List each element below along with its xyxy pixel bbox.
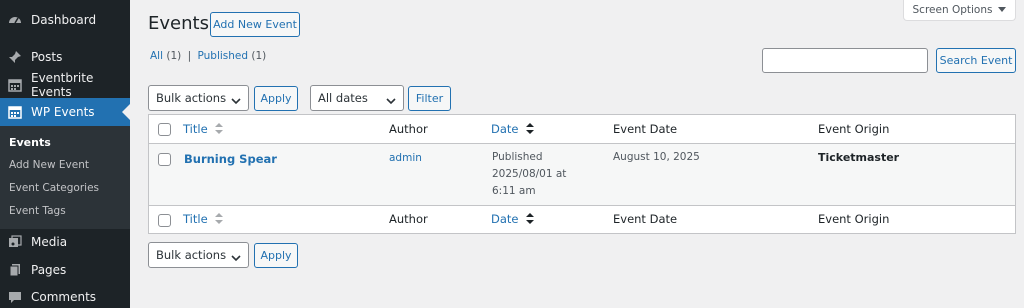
table-header-row: Title Author Date Event Date Event Origi… xyxy=(149,115,1015,144)
sort-icon xyxy=(215,212,224,227)
sidebar-item-pages[interactable]: Pages xyxy=(0,256,130,284)
apply-button-bottom[interactable]: Apply xyxy=(254,243,298,268)
sidebar-item-label: Comments xyxy=(31,290,97,304)
chevron-down-icon xyxy=(386,94,396,108)
filter-button[interactable]: Filter xyxy=(408,86,451,111)
column-event-origin-footer: Event Origin xyxy=(818,212,890,226)
add-new-event-button[interactable]: Add New Event xyxy=(210,12,300,37)
table-footer-row: Title Author Date Event Date Event Origi… xyxy=(149,205,1015,234)
column-title-footer[interactable]: Title xyxy=(183,212,224,227)
bulk-actions-select[interactable]: Bulk actions xyxy=(148,85,249,111)
page-title: Events xyxy=(148,13,209,34)
table-row: Burning Spear admin Published 2025/08/01… xyxy=(149,144,1015,205)
submenu-item-events[interactable]: Events xyxy=(9,136,51,149)
column-event-origin-header: Event Origin xyxy=(818,122,890,136)
filter-separator: | xyxy=(187,50,192,62)
screen-options-label: Screen Options xyxy=(912,4,993,16)
bulk-actions-value: Bulk actions xyxy=(156,248,227,262)
calendar-icon xyxy=(8,78,22,92)
column-date-label: Date xyxy=(491,122,519,136)
sidebar-item-wp-events[interactable]: WP Events xyxy=(0,98,130,126)
select-all-checkbox[interactable] xyxy=(158,123,171,136)
chevron-down-icon xyxy=(231,94,241,108)
dates-select[interactable]: All dates xyxy=(310,85,404,111)
admin-sidebar: Dashboard Posts Eventbrite Events WP Eve… xyxy=(0,0,130,308)
bulk-actions-select-bottom[interactable]: Bulk actions xyxy=(148,242,249,268)
event-origin-cell: Ticketmaster xyxy=(818,151,900,164)
events-table: Title Author Date Event Date Event Origi… xyxy=(148,114,1016,234)
dates-value: All dates xyxy=(318,91,368,105)
row-checkbox[interactable] xyxy=(158,153,171,166)
search-input[interactable] xyxy=(762,48,928,73)
event-date-cell: August 10, 2025 xyxy=(613,151,700,163)
column-title-label: Title xyxy=(183,212,208,226)
comment-icon xyxy=(8,290,22,304)
date-cell: Published 2025/08/01 at 6:11 am xyxy=(492,149,590,200)
submenu-item-event-tags[interactable]: Event Tags xyxy=(9,205,66,217)
column-event-date-header: Event Date xyxy=(613,122,678,136)
column-author-footer: Author xyxy=(389,212,428,226)
sidebar-item-eventbrite-events[interactable]: Eventbrite Events xyxy=(0,71,130,99)
filter-all-count: (1) xyxy=(166,50,182,62)
filter-all-label: All xyxy=(150,50,164,62)
status-filter-links: All (1) | Published (1) xyxy=(150,50,266,62)
date-status: Published xyxy=(492,151,543,163)
event-title-link[interactable]: Burning Spear xyxy=(184,152,277,166)
filter-published-count: (1) xyxy=(251,50,267,62)
sidebar-item-label: Media xyxy=(31,235,68,249)
date-value: 2025/08/01 at 6:11 am xyxy=(492,168,567,197)
column-date-label: Date xyxy=(491,212,519,226)
filter-all-link[interactable]: All (1) xyxy=(150,50,181,62)
column-title-label: Title xyxy=(183,122,208,136)
submenu-item-add-new-event[interactable]: Add New Event xyxy=(9,159,89,171)
filter-published-link[interactable]: Published (1) xyxy=(197,50,266,62)
author-link[interactable]: admin xyxy=(389,152,422,164)
apply-button[interactable]: Apply xyxy=(254,86,298,111)
sidebar-item-posts[interactable]: Posts xyxy=(0,43,130,71)
sidebar-item-label: Pages xyxy=(31,263,67,277)
column-title-header[interactable]: Title xyxy=(183,122,224,137)
sidebar-item-label: WP Events xyxy=(31,105,95,119)
wp-events-submenu: Events Add New Event Event Categories Ev… xyxy=(0,126,130,229)
pages-icon xyxy=(8,263,22,277)
calendar-icon xyxy=(8,105,22,119)
column-author-header: Author xyxy=(389,122,428,136)
chevron-down-icon xyxy=(231,251,241,265)
submenu-item-event-categories[interactable]: Event Categories xyxy=(9,182,99,194)
search-event-button[interactable]: Search Event xyxy=(936,48,1016,73)
sidebar-item-comments[interactable]: Comments xyxy=(0,283,130,308)
sort-icon xyxy=(526,122,535,137)
sidebar-item-label: Posts xyxy=(31,50,63,64)
sort-icon xyxy=(215,122,224,137)
column-date-footer[interactable]: Date xyxy=(491,212,535,227)
select-all-checkbox[interactable] xyxy=(158,214,171,227)
sidebar-item-label: Eventbrite Events xyxy=(31,71,94,99)
sidebar-item-media[interactable]: Media xyxy=(0,228,130,256)
caret-down-icon xyxy=(998,4,1007,16)
column-event-date-footer: Event Date xyxy=(613,212,678,226)
filter-published-label: Published xyxy=(197,50,249,62)
sidebar-item-label: Dashboard xyxy=(31,13,97,27)
bulk-actions-value: Bulk actions xyxy=(156,91,227,105)
pin-icon xyxy=(8,50,22,64)
dashboard-icon xyxy=(8,13,22,27)
sort-icon xyxy=(526,212,535,227)
media-icon xyxy=(8,235,22,249)
column-date-header[interactable]: Date xyxy=(491,122,535,137)
screen-options-button[interactable]: Screen Options xyxy=(903,0,1016,21)
sidebar-item-dashboard[interactable]: Dashboard xyxy=(0,6,130,34)
